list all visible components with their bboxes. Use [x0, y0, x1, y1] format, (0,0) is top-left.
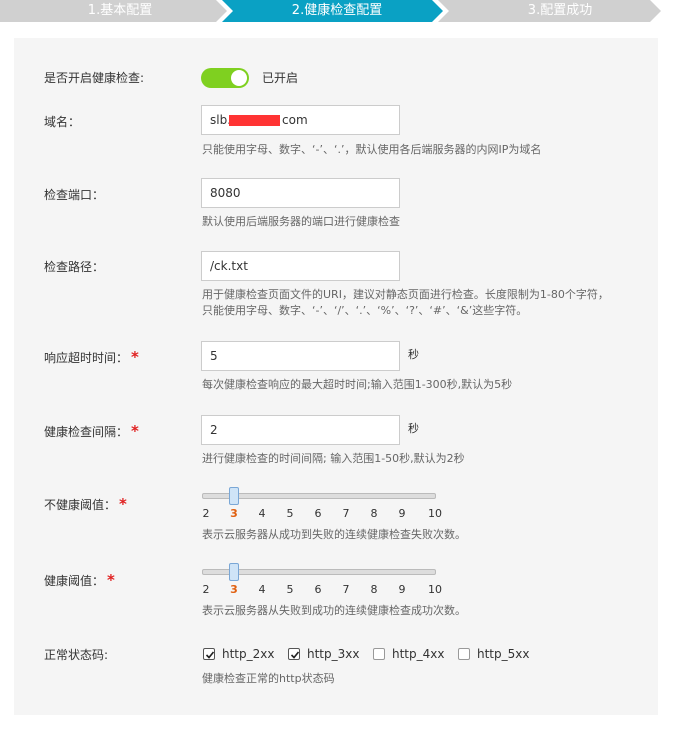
- slider-tick-7: 7: [342, 507, 350, 520]
- slider-tick-4: 4: [258, 507, 266, 520]
- interval-label: 健康检查间隔： *: [44, 422, 139, 440]
- healthy-threshold-label: 健康阈值： *: [44, 571, 115, 589]
- slider-tick-5: 5: [286, 583, 294, 596]
- checkmark-icon: [290, 651, 300, 659]
- required-mark: *: [131, 348, 139, 366]
- path-label: 检查路径：: [44, 260, 105, 274]
- timeout-unit: 秒: [408, 348, 419, 361]
- port-label: 检查端口：: [44, 188, 105, 202]
- unhealthy-threshold-hint: 表示云服务器从成功到失败的连续健康检查失败次数。: [202, 528, 466, 541]
- unhealthy-threshold-label: 不健康阈值： *: [44, 495, 127, 513]
- domain-value-prefix: slb.: [210, 113, 232, 127]
- toggle-knob: [231, 70, 247, 86]
- port-hint: 默认使用后端服务器的端口进行健康检查: [202, 215, 400, 228]
- healthy-threshold-hint: 表示云服务器从失败到成功的连续健康检查成功次数。: [202, 604, 466, 617]
- unhealthy-threshold-slider-handle[interactable]: [229, 487, 239, 505]
- status-code-label: http_4xx: [392, 647, 445, 661]
- slider-tick-3: 3: [230, 583, 238, 596]
- slider-tick-6: 6: [314, 583, 322, 596]
- status-codes-hint: 健康检查正常的http状态码: [202, 672, 335, 685]
- slider-tick-3: 3: [230, 507, 238, 520]
- checkmark-icon: [205, 651, 215, 659]
- domain-label: 域名：: [44, 115, 81, 129]
- slider-tick-9: 9: [398, 583, 406, 596]
- timeout-hint: 每次健康检查响应的最大超时时间;输入范围1-300秒,默认为5秒: [202, 378, 513, 391]
- path-input[interactable]: /ck.txt: [201, 251, 400, 281]
- slider-tick-7: 7: [342, 583, 350, 596]
- port-input[interactable]: 8080: [201, 178, 400, 208]
- redaction-mark: [229, 115, 280, 126]
- step-progress-bar: 1.基本配置 2.健康检查配置 3.配置成功: [0, 0, 694, 22]
- timeout-input[interactable]: 5: [201, 341, 400, 371]
- slider-tick-10: 10: [428, 583, 442, 596]
- step-2-label: 2.健康检查配置: [291, 3, 383, 18]
- status-code-checkbox-http_4xx[interactable]: [373, 648, 385, 660]
- step-1-label: 1.基本配置: [87, 3, 153, 18]
- interval-hint: 进行健康检查的时间间隔; 输入范围1-50秒,默认为2秒: [202, 452, 465, 465]
- healthy-threshold-slider-handle[interactable]: [229, 563, 239, 581]
- path-hint-line1: 用于健康检查页面文件的URI，建议对静态页面进行检查。长度限制为1-80个字符，: [202, 288, 609, 301]
- required-mark: *: [131, 422, 139, 440]
- interval-unit: 秒: [408, 422, 419, 435]
- slider-tick-6: 6: [314, 507, 322, 520]
- step-3-label: 3.配置成功: [527, 3, 593, 18]
- slider-tick-2: 2: [202, 507, 210, 520]
- status-code-label: http_5xx: [477, 647, 530, 661]
- domain-value-suffix: com: [282, 113, 308, 127]
- slider-tick-8: 8: [370, 583, 378, 596]
- path-hint-line2: 只能使用字母、数字、‘-’、‘/’、‘.’、‘%’、‘?’、‘#’、‘&’这些字…: [202, 304, 528, 317]
- domain-hint: 只能使用字母、数字、‘-’、‘.’，默认使用各后端服务器的内网IP为域名: [202, 143, 542, 156]
- health-check-label: 是否开启健康检查:: [44, 71, 145, 85]
- slider-tick-4: 4: [258, 583, 266, 596]
- slider-tick-2: 2: [202, 583, 210, 596]
- slider-tick-10: 10: [428, 507, 442, 520]
- status-code-label: http_3xx: [307, 647, 360, 661]
- health-check-toggle[interactable]: [201, 68, 249, 88]
- slider-tick-5: 5: [286, 507, 294, 520]
- slider-tick-9: 9: [398, 507, 406, 520]
- status-codes-label: 正常状态码:: [44, 648, 109, 662]
- timeout-label: 响应超时时间： *: [44, 348, 139, 366]
- slider-tick-8: 8: [370, 507, 378, 520]
- health-check-status: 已开启: [262, 71, 299, 85]
- status-code-label: http_2xx: [222, 647, 275, 661]
- status-code-checkbox-http_2xx[interactable]: [203, 648, 215, 660]
- required-mark: *: [107, 571, 115, 589]
- interval-input[interactable]: 2: [201, 415, 400, 445]
- required-mark: *: [119, 495, 127, 513]
- status-code-checkbox-http_5xx[interactable]: [458, 648, 470, 660]
- status-code-checkbox-http_3xx[interactable]: [288, 648, 300, 660]
